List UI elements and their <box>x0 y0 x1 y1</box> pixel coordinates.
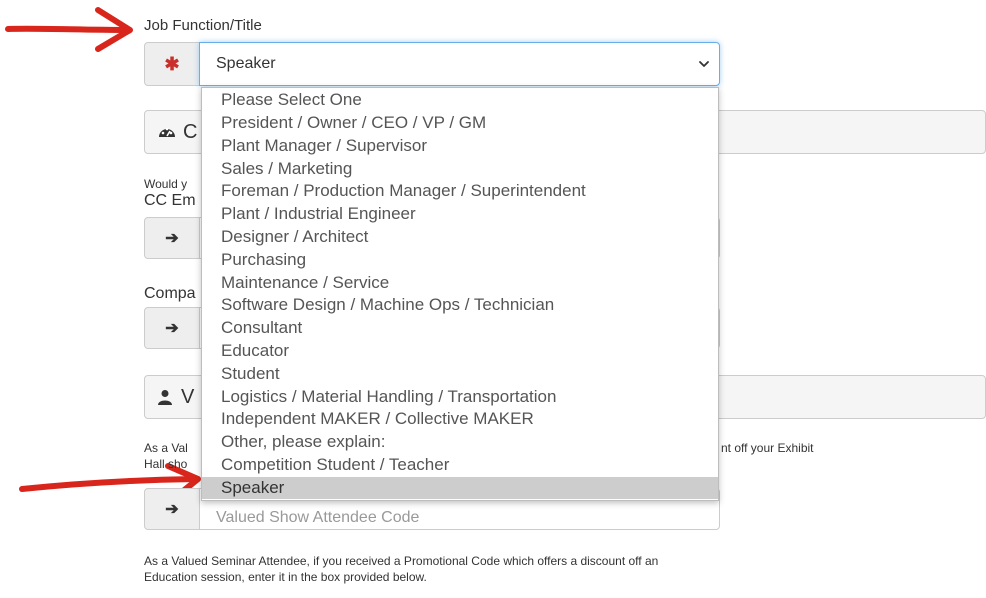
dropdown-option[interactable]: Purchasing <box>202 249 718 271</box>
valued-section-heading: V <box>181 385 195 408</box>
company-section-heading: C <box>183 120 198 143</box>
job-function-dropdown-list: Please Select One President / Owner / CE… <box>201 87 719 501</box>
required-asterisk-icon: ✱ <box>164 53 180 74</box>
dropdown-option[interactable]: Logistics / Material Handling / Transpor… <box>202 386 718 408</box>
dashboard-gauge-icon <box>159 127 175 137</box>
job-function-select[interactable]: Speaker <box>199 42 720 86</box>
exhibit-help-line1-right: nt off your Exhibit <box>721 441 814 455</box>
exhibit-help-line1-left: As a Val <box>144 441 188 455</box>
job-function-selected-value: Speaker <box>216 55 276 72</box>
dropdown-option[interactable]: Educator <box>202 340 718 362</box>
cc-email-addon: ➔ <box>144 217 200 259</box>
dropdown-option[interactable]: Software Design / Machine Ops / Technici… <box>202 294 718 316</box>
dropdown-option[interactable]: Maintenance / Service <box>202 272 718 294</box>
dropdown-option[interactable]: Other, please explain: <box>202 431 718 453</box>
dropdown-option-selected[interactable]: Speaker <box>202 477 718 499</box>
cc-email-label: CC Em <box>144 192 196 209</box>
cc-email-intro: Would y <box>144 177 188 191</box>
chevron-down-icon <box>699 61 709 67</box>
dropdown-option[interactable]: Please Select One <box>202 89 718 111</box>
dropdown-option[interactable]: Competition Student / Teacher <box>202 454 718 476</box>
annotation-arrow-top <box>5 7 133 52</box>
dropdown-option[interactable]: Sales / Marketing <box>202 158 718 180</box>
seminar-help-line1: As a Valued Seminar Attendee, if you rec… <box>144 554 659 568</box>
company-label: Compa <box>144 285 196 302</box>
exhibit-code-placeholder: Valued Show Attendee Code <box>216 509 420 526</box>
company-addon: ➔ <box>144 307 200 349</box>
user-icon <box>158 390 172 405</box>
arrow-right-icon: ➔ <box>165 230 179 247</box>
dropdown-option[interactable]: Plant Manager / Supervisor <box>202 135 718 157</box>
arrow-right-icon: ➔ <box>165 320 179 337</box>
required-addon: ✱ <box>144 42 200 86</box>
dropdown-option[interactable]: Designer / Architect <box>202 226 718 248</box>
dropdown-option[interactable]: Independent MAKER / Collective MAKER <box>202 408 718 430</box>
exhibit-help-line2-left: Hall sho <box>144 457 188 471</box>
arrow-right-icon: ➔ <box>165 501 179 518</box>
exhibit-code-addon: ➔ <box>144 488 200 530</box>
dropdown-option[interactable]: Foreman / Production Manager / Superinte… <box>202 180 718 202</box>
dropdown-option[interactable]: Student <box>202 363 718 385</box>
dropdown-option[interactable]: President / Owner / CEO / VP / GM <box>202 112 718 134</box>
job-function-label: Job Function/Title <box>144 17 262 34</box>
dropdown-option[interactable]: Plant / Industrial Engineer <box>202 203 718 225</box>
seminar-help-line2: Education session, enter it in the box p… <box>144 570 427 584</box>
dropdown-option[interactable]: Consultant <box>202 317 718 339</box>
